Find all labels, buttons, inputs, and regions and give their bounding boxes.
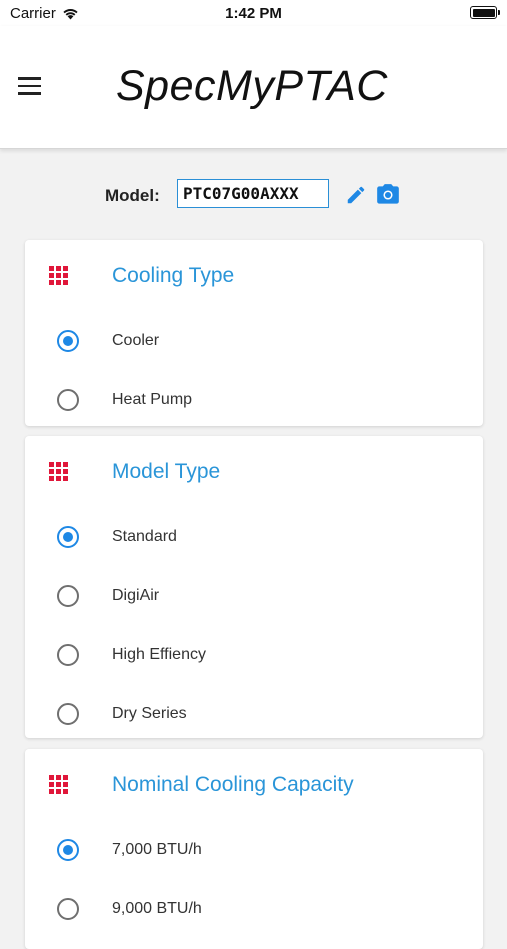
status-time: 1:42 PM (225, 5, 282, 22)
card-header: Cooling Type (25, 240, 483, 312)
app-title: SpecMyPTAC (116, 62, 388, 110)
radio-selected[interactable] (57, 526, 79, 548)
option-label: 7,000 BTU/h (112, 841, 202, 858)
radio-unselected[interactable] (57, 644, 79, 666)
cooling-type-card: Cooling Type Cooler Heat Pump (25, 240, 483, 426)
card-header: Nominal Cooling Capacity (25, 749, 483, 821)
option-dry-series[interactable]: Dry Series (25, 685, 483, 744)
menu-icon[interactable] (18, 77, 44, 97)
option-label: Standard (112, 528, 177, 545)
camera-icon[interactable] (375, 182, 401, 208)
radio-selected[interactable] (57, 839, 79, 861)
card-title: Nominal Cooling Capacity (112, 773, 354, 796)
option-digiair[interactable]: DigiAir (25, 567, 483, 626)
model-input[interactable] (177, 179, 329, 208)
radio-selected[interactable] (57, 330, 79, 352)
grid-icon (49, 266, 68, 285)
model-label: Model: (105, 186, 160, 205)
option-heat-pump[interactable]: Heat Pump (25, 371, 483, 430)
grid-icon (49, 775, 68, 794)
radio-unselected[interactable] (57, 389, 79, 411)
option-label: Cooler (112, 332, 160, 349)
option-7000-btu[interactable]: 7,000 BTU/h (25, 821, 483, 880)
option-label: Heat Pump (112, 391, 193, 408)
battery-icon (470, 6, 500, 19)
status-bar: Carrier 1:42 PM (0, 0, 507, 26)
option-standard[interactable]: Standard (25, 508, 483, 567)
option-label: Dry Series (112, 705, 187, 722)
radio-unselected[interactable] (57, 703, 79, 725)
option-9000-btu[interactable]: 9,000 BTU/h (25, 880, 483, 939)
edit-icon[interactable] (345, 184, 367, 206)
model-type-card: Model Type Standard DigiAir High Effienc… (25, 436, 483, 738)
card-header: Model Type (25, 436, 483, 508)
option-cooler[interactable]: Cooler (25, 312, 483, 371)
radio-unselected[interactable] (57, 898, 79, 920)
option-label: DigiAir (112, 587, 160, 604)
card-title: Cooling Type (112, 264, 235, 287)
model-row: Model: (0, 178, 507, 212)
app-bar: SpecMyPTAC (0, 26, 507, 149)
radio-unselected[interactable] (57, 585, 79, 607)
grid-icon (49, 462, 68, 481)
option-label: High Effiency (112, 646, 206, 663)
option-label: 9,000 BTU/h (112, 900, 202, 917)
option-high-effiency[interactable]: High Effiency (25, 626, 483, 685)
card-title: Model Type (112, 460, 221, 483)
capacity-card: Nominal Cooling Capacity 7,000 BTU/h 9,0… (25, 749, 483, 949)
